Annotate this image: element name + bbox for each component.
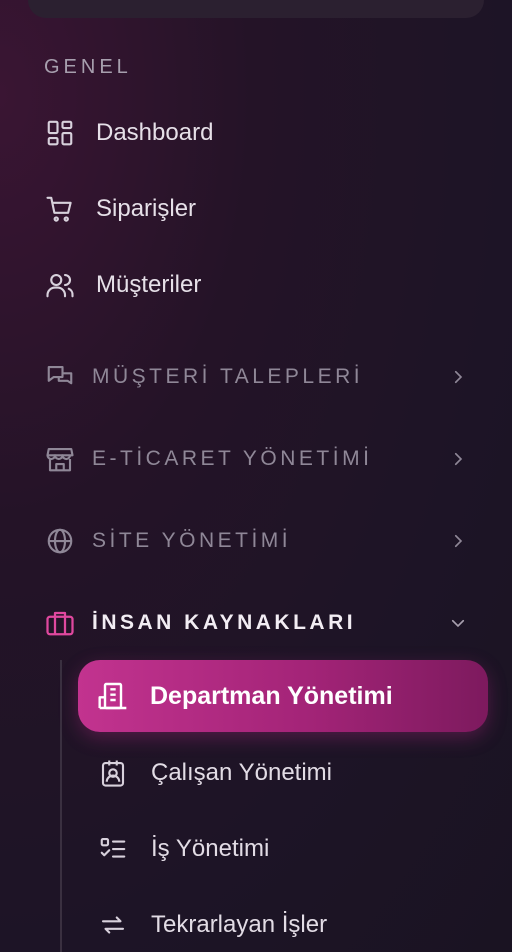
sidebar-subitem-tekrarlayan-isler[interactable]: Tekrarlayan İşler	[96, 905, 327, 945]
users-icon	[44, 269, 76, 301]
group-label: MÜŞTERİ TALEPLERİ	[92, 365, 364, 388]
chevron-right-icon	[448, 367, 468, 387]
id-badge-icon	[96, 756, 130, 790]
store-icon	[44, 443, 76, 475]
checklist-icon	[96, 832, 130, 866]
subitem-label: Çalışan Yönetimi	[151, 759, 332, 786]
building-icon	[96, 679, 130, 713]
top-search-bar[interactable]	[28, 0, 484, 18]
subitem-label: Departman Yönetimi	[150, 681, 393, 710]
sidebar-item-label: Müşteriler	[96, 271, 202, 298]
sidebar-item-label: Dashboard	[96, 119, 214, 146]
group-label: SİTE YÖNETİMİ	[92, 529, 292, 552]
sidebar-group-e-ticaret-yonetimi[interactable]: E-TİCARET YÖNETİMİ	[44, 439, 468, 479]
subitem-label: İş Yönetimi	[151, 835, 270, 862]
cart-icon	[44, 193, 76, 225]
chat-bubbles-icon	[44, 361, 76, 393]
section-label-genel: GENEL	[44, 56, 132, 78]
globe-icon	[44, 525, 76, 557]
sidebar-item-label: Siparişler	[96, 195, 197, 222]
sidebar-subitem-is-yonetimi[interactable]: İş Yönetimi	[96, 829, 269, 869]
sidebar-item-musteriler[interactable]: Müşteriler	[44, 265, 201, 305]
chevron-down-icon	[448, 613, 468, 633]
sidebar-item-siparisler[interactable]: Siparişler	[44, 189, 196, 229]
sidebar-item-dashboard[interactable]: Dashboard	[44, 113, 213, 153]
group-label: İNSAN KAYNAKLARI	[92, 611, 357, 634]
sidebar-group-insan-kaynaklari[interactable]: İNSAN KAYNAKLARI	[44, 603, 468, 643]
group-label: E-TİCARET YÖNETİMİ	[92, 447, 373, 470]
briefcase-icon	[44, 607, 76, 639]
chevron-right-icon	[448, 449, 468, 469]
dashboard-grid-icon	[44, 117, 76, 149]
sidebar-subitem-calisan-yonetimi[interactable]: Çalışan Yönetimi	[96, 753, 332, 793]
subitem-label: Tekrarlayan İşler	[151, 911, 328, 938]
repeat-icon	[96, 908, 130, 942]
sidebar-group-musteri-talepleri[interactable]: MÜŞTERİ TALEPLERİ	[44, 357, 468, 397]
submenu-divider-line	[60, 660, 62, 952]
sidebar-subitem-departman-yonetimi[interactable]: Departman Yönetimi	[78, 660, 488, 732]
sidebar-group-site-yonetimi[interactable]: SİTE YÖNETİMİ	[44, 521, 468, 561]
chevron-right-icon	[448, 531, 468, 551]
